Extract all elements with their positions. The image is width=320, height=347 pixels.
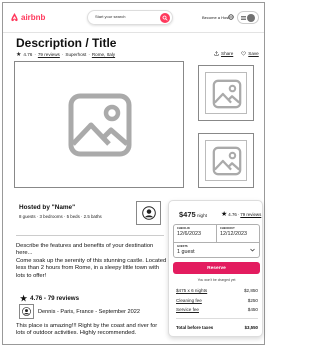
- service-fee-label[interactable]: Service fee: [176, 307, 199, 312]
- checkin-field[interactable]: CHECK-IN 12/6/2023: [174, 225, 217, 242]
- image-placeholder-icon: [68, 93, 132, 157]
- search-label: Start your search: [95, 14, 126, 19]
- total-value: $3,550: [244, 325, 258, 330]
- listing-description: Describe the features and benefits of yo…: [16, 243, 167, 279]
- save-button[interactable]: Save: [241, 51, 259, 56]
- nights-value: $2,850: [243, 288, 258, 293]
- share-label: Share: [221, 51, 234, 56]
- host-avatar[interactable]: [136, 201, 161, 225]
- user-avatar-icon: [247, 13, 256, 22]
- photo-thumb-2[interactable]: [198, 133, 254, 188]
- menu-icon: [240, 15, 246, 20]
- total-row: Total before taxes $3,550: [176, 325, 258, 330]
- image-placeholder-icon: [212, 79, 242, 109]
- cleaning-fee-label[interactable]: Cleaning fee: [176, 298, 202, 303]
- search-icon: [162, 15, 168, 21]
- section-divider: [16, 235, 164, 236]
- airbnb-logo[interactable]: airbnb: [10, 12, 45, 22]
- search-button[interactable]: [160, 13, 170, 23]
- nights-row: $475 x 6 nights $2,850: [176, 288, 258, 293]
- share-button[interactable]: Share: [214, 51, 233, 56]
- reserve-button[interactable]: Reserve: [173, 262, 260, 274]
- save-label: Save: [248, 51, 259, 56]
- no-charge-note: You won't be charged yet: [197, 278, 236, 282]
- reviews-heading: ★ 4.76 - 79 reviews: [20, 294, 79, 303]
- guests-value: 1 guest: [177, 249, 195, 255]
- review-text: This place is amazing!!! Right by the co…: [16, 323, 158, 337]
- total-label: Total before taxes: [176, 325, 214, 330]
- price-value: $475: [179, 210, 196, 219]
- globe-icon[interactable]: [228, 14, 234, 20]
- checkin-value: 12/6/2023: [177, 231, 201, 237]
- reviews-link[interactable]: 79 reviews: [38, 52, 60, 57]
- become-host-link[interactable]: Become a Host: [202, 15, 229, 20]
- cleaning-fee-row: Cleaning fee $250: [176, 298, 258, 303]
- review-author: Dennis - Paris, France - September 2022: [38, 309, 140, 315]
- page-title: Description / Title: [16, 36, 117, 50]
- meta-separator: ·: [61, 52, 64, 57]
- nightly-price: $475 night: [179, 210, 207, 219]
- photo-thumb-1[interactable]: [198, 65, 254, 121]
- user-avatar-icon: [22, 307, 31, 316]
- reviews-summary: 4.76 - 79 reviews: [30, 295, 80, 302]
- date-guest-picker: CHECK-IN 12/6/2023 CHECKOUT 12/12/2023 G…: [173, 224, 260, 258]
- share-icon: [214, 51, 219, 56]
- listing-actions: Share Save: [214, 51, 259, 56]
- rating-value: 4.76: [23, 52, 33, 57]
- meta-separator: ·: [34, 52, 36, 57]
- meta-separator: ·: [88, 52, 90, 57]
- service-fee-value: $450: [247, 307, 258, 312]
- hosted-by-heading: Hosted by "Name": [19, 204, 76, 211]
- image-placeholder-icon: [212, 146, 242, 176]
- search-bar[interactable]: Start your search: [87, 10, 173, 25]
- card-divider: [176, 318, 258, 319]
- card-reviews-link[interactable]: 79 reviews: [240, 212, 261, 217]
- listing-capacity: 8 guests · 3 bedrooms · 5 beds · 2.5 bat…: [19, 214, 102, 219]
- card-rating-separator: ·: [237, 211, 240, 217]
- booking-card: $475 night ★ 4.76 · 79 reviews CHECK-IN …: [168, 200, 263, 337]
- user-avatar-icon: [141, 206, 156, 220]
- star-icon: ★: [221, 211, 228, 218]
- star-icon: ★: [16, 52, 22, 58]
- nights-label[interactable]: $475 x 6 nights: [176, 288, 207, 293]
- star-icon: ★: [20, 294, 28, 303]
- checkout-field[interactable]: CHECKOUT 12/12/2023: [217, 225, 260, 242]
- photo-main[interactable]: [14, 61, 184, 188]
- reviewer-avatar: [19, 304, 34, 319]
- checkout-label: CHECKOUT: [220, 227, 235, 230]
- heart-icon: [241, 51, 246, 56]
- cleaning-fee-value: $250: [247, 298, 258, 303]
- card-rating: ★ 4.76 · 79 reviews: [221, 210, 261, 218]
- checkin-label: CHECK-IN: [177, 227, 190, 230]
- brand-name: airbnb: [21, 12, 46, 22]
- profile-menu-button[interactable]: [237, 11, 259, 24]
- superhost-label: Superhost: [65, 52, 87, 57]
- service-fee-row: Service fee $450: [176, 307, 258, 312]
- airbnb-logo-icon: [11, 12, 18, 22]
- guests-label: GUESTS: [177, 245, 188, 248]
- chevron-down-icon: [250, 248, 255, 252]
- listing-meta: ★ 4.76 · 79 reviews · Superhost · Rome, …: [16, 51, 115, 58]
- top-nav: airbnb Start your search Become a Host: [3, 3, 264, 33]
- location-link[interactable]: Rome, Italy: [92, 52, 115, 57]
- checkout-value: 12/12/2023: [220, 231, 247, 237]
- price-unit: night: [196, 213, 207, 218]
- card-rating-value: 4.76: [228, 211, 237, 217]
- guests-selector[interactable]: GUESTS 1 guest: [174, 242, 259, 258]
- page-frame: airbnb Start your search Become a Host D…: [2, 2, 265, 345]
